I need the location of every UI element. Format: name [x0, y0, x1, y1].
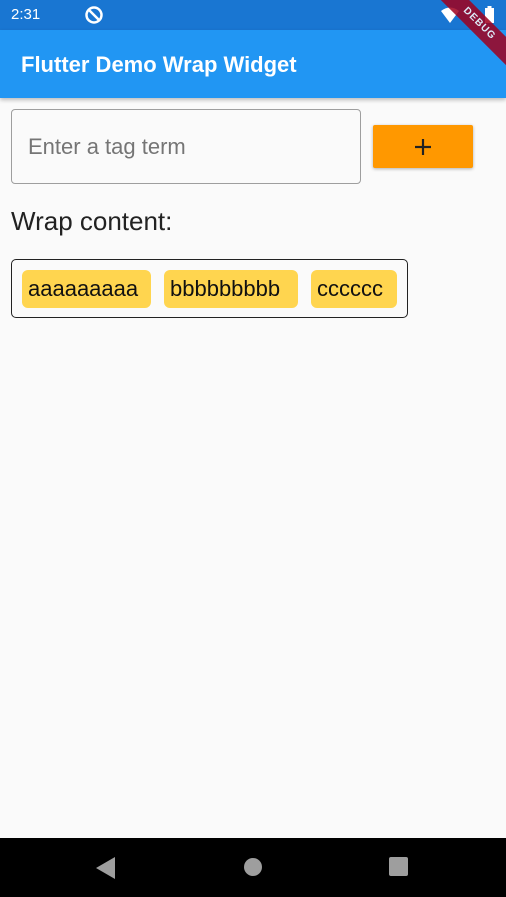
- tag-chip: cccccc: [311, 270, 397, 308]
- app-bar-title: Flutter Demo Wrap Widget: [21, 52, 297, 77]
- app-bar: Flutter Demo Wrap Widget: [0, 30, 506, 98]
- system-nav-bar: [0, 838, 506, 897]
- back-icon[interactable]: [96, 857, 116, 879]
- home-icon[interactable]: [243, 857, 263, 877]
- tag-input-container: [11, 109, 361, 184]
- add-tag-button[interactable]: [373, 125, 473, 168]
- recent-apps-icon[interactable]: [389, 857, 408, 876]
- tag-chip: aaaaaaaaa: [22, 270, 151, 308]
- tag-chip: bbbbbbbbb: [164, 270, 298, 308]
- notification-icon: [85, 6, 103, 24]
- wrap-container: aaaaaaaaa bbbbbbbbb cccccc: [11, 259, 408, 318]
- status-time: 2:31: [11, 6, 41, 23]
- tag-input[interactable]: [26, 110, 350, 184]
- status-bar: 2:31: [0, 0, 506, 30]
- plus-icon: [415, 138, 431, 155]
- section-label: Wrap content:: [11, 206, 173, 236]
